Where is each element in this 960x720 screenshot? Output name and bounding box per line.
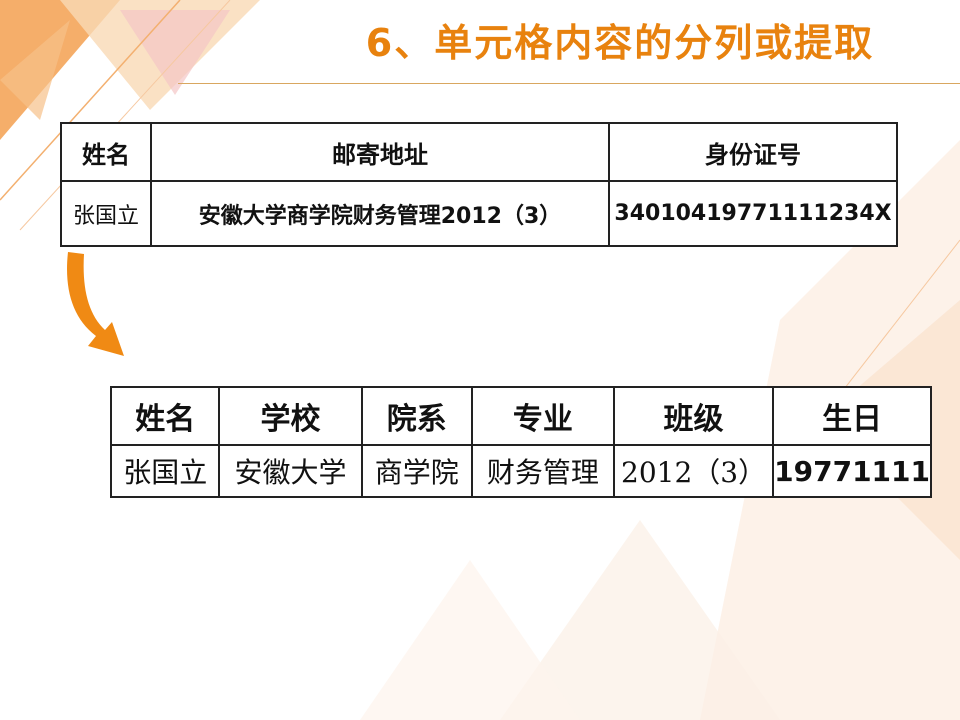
- result-header-name: 姓名: [109, 386, 221, 446]
- result-table-header-row: 姓名 学校 院系 专业 班级 生日: [109, 386, 932, 446]
- source-header-name: 姓名: [60, 122, 152, 182]
- title-underline: [178, 83, 960, 84]
- source-cell-id: 34010419771111234X: [608, 180, 898, 247]
- table-row: 张国立 安徽大学 商学院 财务管理 2012（3） 19771111: [109, 444, 932, 498]
- result-header-class: 班级: [612, 386, 775, 446]
- source-table-header-row: 姓名 邮寄地址 身份证号: [60, 122, 898, 182]
- result-header-major: 专业: [470, 386, 615, 446]
- result-header-birthday: 生日: [772, 386, 932, 446]
- background-decoration: [0, 0, 960, 720]
- result-header-school: 学校: [218, 386, 363, 446]
- result-cell-school: 安徽大学: [218, 444, 363, 498]
- result-cell-department: 商学院: [360, 444, 473, 498]
- arrow-body: [67, 252, 124, 356]
- result-cell-major: 财务管理: [470, 444, 615, 498]
- source-cell-name: 张国立: [60, 180, 152, 247]
- slide-title: 6、单元格内容的分列或提取: [365, 21, 875, 65]
- source-header-id: 身份证号: [608, 122, 898, 182]
- curved-down-arrow-icon: [67, 252, 124, 356]
- source-table: 姓名 邮寄地址 身份证号 张国立 安徽大学商学院财务管理2012（3） 3401…: [60, 122, 898, 247]
- decor-bg-triangle-bottom-2: [360, 560, 580, 720]
- source-cell-address: 安徽大学商学院财务管理2012（3）: [150, 180, 610, 247]
- result-header-department: 院系: [360, 386, 473, 446]
- result-cell-class: 2012（3）: [612, 444, 775, 498]
- result-cell-name: 张国立: [109, 444, 221, 498]
- source-header-address: 邮寄地址: [150, 122, 610, 182]
- result-cell-birthday: 19771111: [772, 444, 932, 498]
- table-row: 张国立 安徽大学商学院财务管理2012（3） 34010419771111234…: [60, 180, 898, 247]
- result-table: 姓名 学校 院系 专业 班级 生日 张国立 安徽大学 商学院 财务管理 2012…: [109, 386, 932, 498]
